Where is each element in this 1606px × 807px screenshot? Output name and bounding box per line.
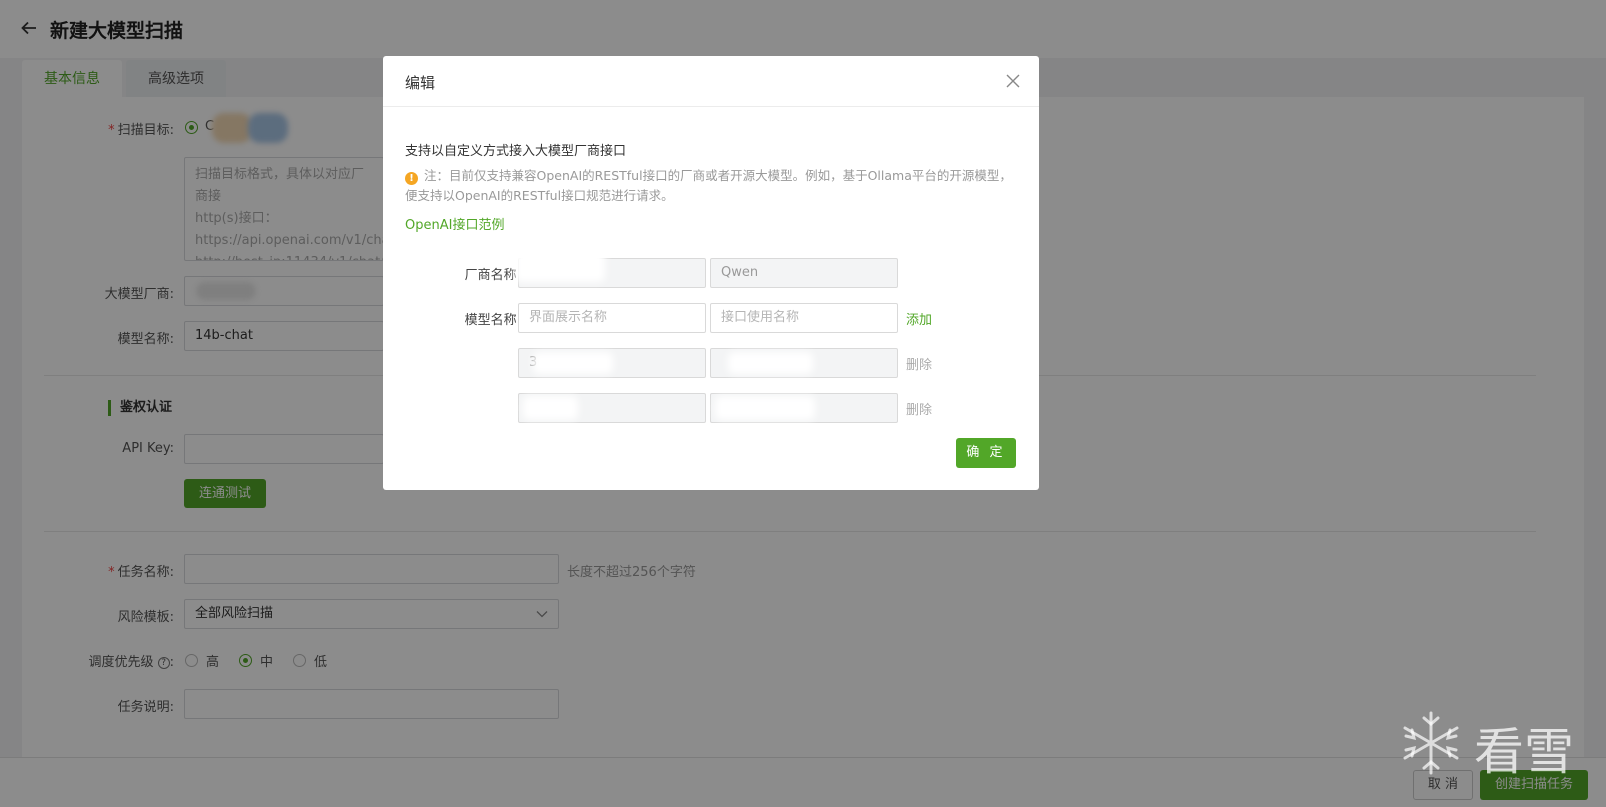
- snowflake-icon: [1403, 711, 1459, 775]
- blurred-region: [515, 242, 605, 282]
- delete-model-button[interactable]: 删除: [906, 399, 932, 418]
- modal-description: 支持以自定义方式接入大模型厂商接口: [405, 144, 627, 159]
- modal-header: 编辑: [383, 56, 1039, 107]
- delete-model-button[interactable]: 删除: [906, 354, 932, 373]
- modal-note: ! 注：目前仅支持兼容OpenAI的RESTful接口的厂商或者开源大模型。例如，…: [405, 168, 1012, 203]
- modal-model-label: 模型名称:: [464, 313, 521, 328]
- openai-example-link[interactable]: OpenAI接口范例: [405, 214, 504, 233]
- model-display-input[interactable]: 界面展示名称: [518, 303, 706, 333]
- modal-vendor-label: 厂商名称:: [464, 268, 521, 283]
- confirm-button[interactable]: 确 定: [956, 438, 1016, 468]
- model-api-input[interactable]: 接口使用名称: [710, 303, 898, 333]
- warning-icon: !: [405, 172, 418, 185]
- vendor-api-input[interactable]: Qwen: [710, 258, 898, 288]
- close-icon[interactable]: [1005, 73, 1021, 89]
- watermark-text: 看雪: [1474, 723, 1574, 781]
- modal-title: 编辑: [405, 74, 436, 92]
- blurred-region: [728, 352, 813, 374]
- blurred-region: [523, 396, 578, 420]
- edit-modal: 编辑 支持以自定义方式接入大模型厂商接口 ! 注：目前仅支持兼容OpenAI的RE…: [383, 56, 1039, 490]
- blurred-region: [715, 396, 815, 420]
- watermark: 看雪: [1396, 708, 1591, 781]
- blurred-region: [533, 352, 613, 374]
- add-model-button[interactable]: 添加: [906, 309, 932, 328]
